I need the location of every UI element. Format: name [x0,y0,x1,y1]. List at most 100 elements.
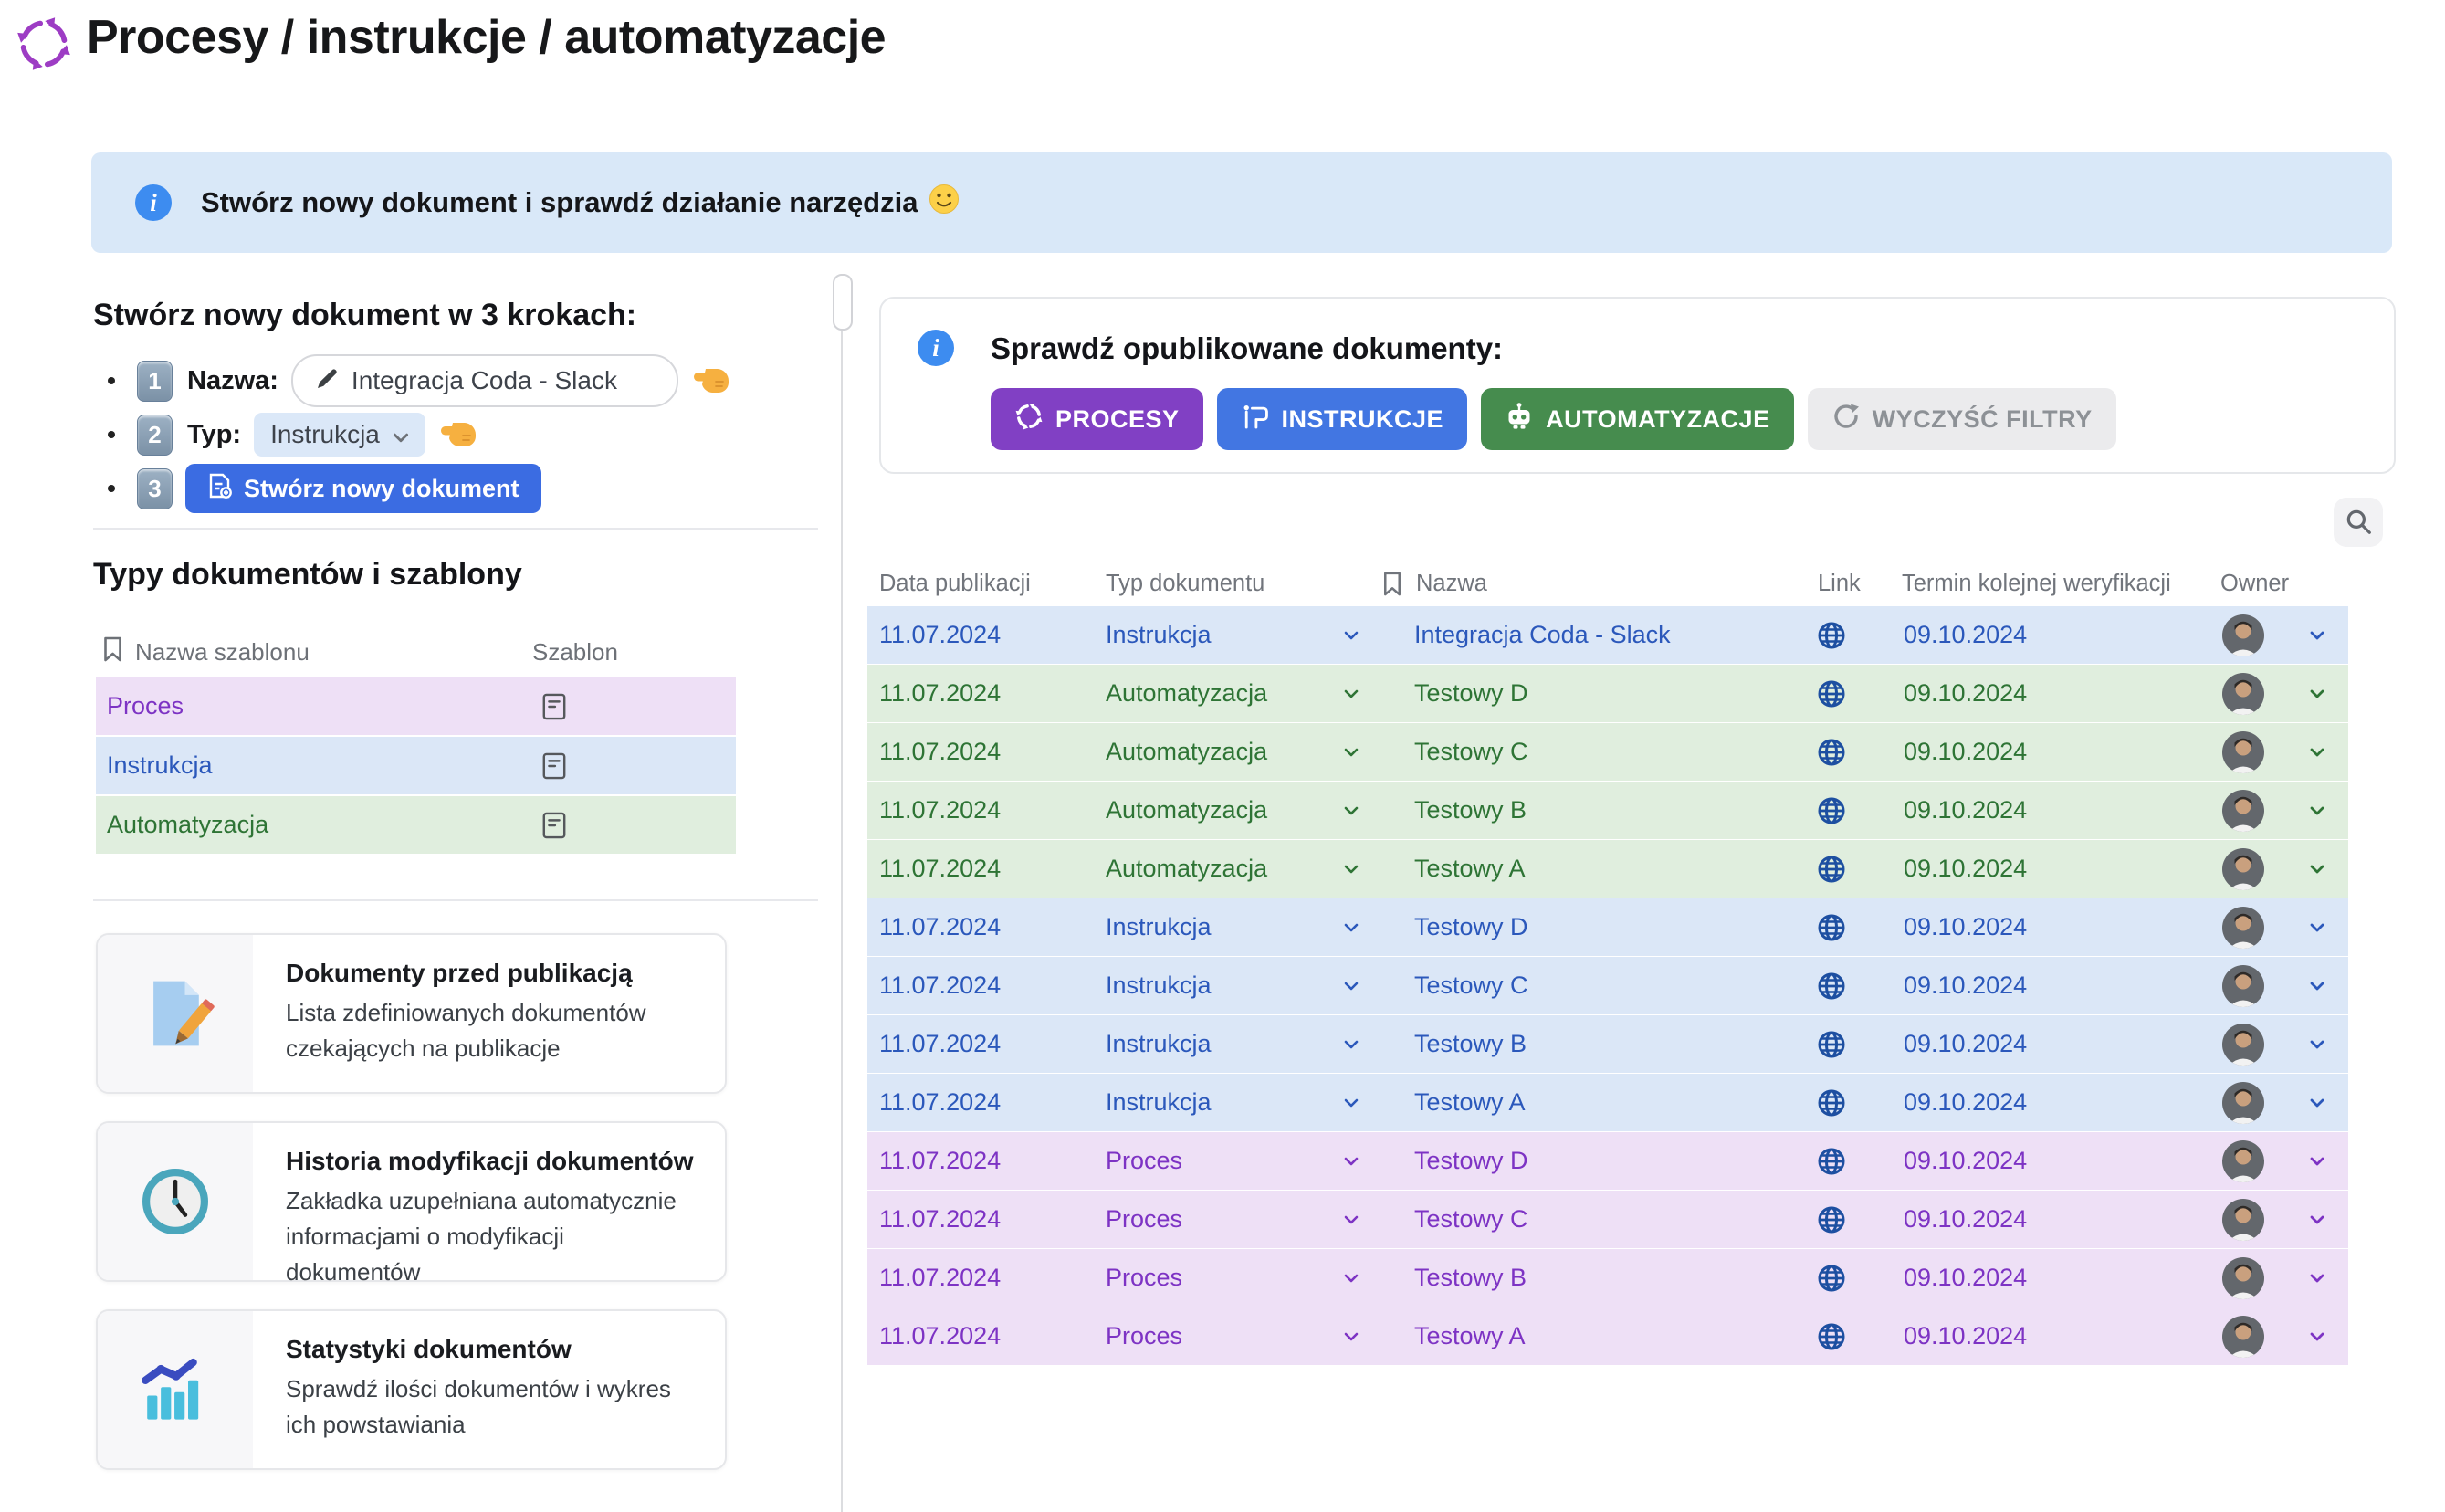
document-name-field[interactable] [291,354,678,407]
row-expand-chevron-icon[interactable] [2310,840,2324,898]
globe-link-icon[interactable] [1817,1249,1846,1307]
globe-link-icon[interactable] [1817,1015,1846,1073]
keycap-1-icon: 1 [137,361,173,402]
filter-instrukcje-button[interactable]: INSTRUKCJE [1217,388,1468,450]
row-expand-chevron-icon[interactable] [2310,1249,2324,1307]
owner-avatar[interactable] [2222,1249,2264,1307]
document-type-select[interactable]: Instrukcja [254,413,425,457]
table-row[interactable]: 11.07.2024 Instrukcja Testowy D 09.10.20… [867,898,2348,956]
bullet [108,431,115,438]
type-dropdown-chevron-icon[interactable] [1344,1249,1359,1307]
globe-link-icon[interactable] [1817,665,1846,722]
owner-avatar[interactable] [2222,1132,2264,1190]
cell-document-name: Testowy B [1414,1249,1527,1307]
globe-link-icon[interactable] [1817,898,1846,956]
owner-avatar[interactable] [2222,723,2264,781]
globe-link-icon[interactable] [1817,840,1846,898]
table-search-button[interactable] [2334,498,2383,547]
create-document-button[interactable]: Stwórz nowy dokument [185,464,541,513]
type-dropdown-chevron-icon[interactable] [1344,1132,1359,1190]
type-dropdown-chevron-icon[interactable] [1344,782,1359,839]
owner-avatar[interactable] [2222,1074,2264,1131]
filter-procesy-button[interactable]: PROCESY [991,388,1203,450]
template-doc-icon[interactable] [541,751,567,787]
owner-avatar[interactable] [2222,782,2264,839]
info-icon: i [918,330,954,366]
row-expand-chevron-icon[interactable] [2310,957,2324,1014]
table-row[interactable]: 11.07.2024 Automatyzacja Testowy C 09.10… [867,723,2348,781]
type-dropdown-chevron-icon[interactable] [1344,1191,1359,1248]
type-dropdown-chevron-icon[interactable] [1344,1074,1359,1131]
template-name[interactable]: Proces [107,692,184,720]
owner-avatar[interactable] [2222,1307,2264,1365]
type-dropdown-chevron-icon[interactable] [1344,665,1359,722]
globe-link-icon[interactable] [1817,1191,1846,1248]
cell-document-type: Automatyzacja [1106,782,1267,839]
card-documents-before-publication[interactable]: Dokumenty przed publikacją Lista zdefini… [96,933,727,1094]
template-row-proces[interactable]: Proces [96,677,736,735]
row-expand-chevron-icon[interactable] [2310,723,2324,781]
template-row-automatyzacja[interactable]: Automatyzacja [96,796,736,854]
template-row-instrukcja[interactable]: Instrukcja [96,737,736,794]
template-name[interactable]: Instrukcja [107,751,213,780]
table-row[interactable]: 11.07.2024 Automatyzacja Testowy B 09.10… [867,782,2348,839]
table-row[interactable]: 11.07.2024 Proces Testowy C 09.10.2024 [867,1191,2348,1248]
globe-link-icon[interactable] [1817,606,1846,664]
card-modification-history[interactable]: Historia modyfikacji dokumentów Zakładka… [96,1121,727,1282]
globe-link-icon[interactable] [1817,1132,1846,1190]
bookmark-icon [101,635,124,669]
row-expand-chevron-icon[interactable] [2310,606,2324,664]
owner-avatar[interactable] [2222,665,2264,722]
row-expand-chevron-icon[interactable] [2310,665,2324,722]
type-dropdown-chevron-icon[interactable] [1344,898,1359,956]
filter-automatyzacje-button[interactable]: AUTOMATYZACJE [1481,388,1794,450]
table-row[interactable]: 11.07.2024 Instrukcja Testowy A 09.10.20… [867,1074,2348,1131]
type-dropdown-chevron-icon[interactable] [1344,723,1359,781]
row-expand-chevron-icon[interactable] [2310,898,2324,956]
table-row[interactable]: 11.07.2024 Proces Testowy A 09.10.2024 [867,1307,2348,1365]
cell-document-type: Instrukcja [1106,606,1212,664]
owner-avatar[interactable] [2222,898,2264,956]
pointing-left-hand-emoji [440,418,477,452]
template-name[interactable]: Automatyzacja [107,811,268,839]
owner-avatar[interactable] [2222,606,2264,664]
globe-link-icon[interactable] [1817,957,1846,1014]
type-dropdown-chevron-icon[interactable] [1344,957,1359,1014]
table-row[interactable]: 11.07.2024 Automatyzacja Testowy A 09.10… [867,840,2348,898]
cell-publication-date: 11.07.2024 [879,782,1001,839]
type-dropdown-chevron-icon[interactable] [1344,606,1359,664]
row-expand-chevron-icon[interactable] [2310,1191,2324,1248]
owner-avatar[interactable] [2222,840,2264,898]
templates-table: Nazwa szablonu Szablon Proces Instrukcja… [96,628,736,854]
globe-link-icon[interactable] [1817,1307,1846,1365]
template-doc-icon[interactable] [541,692,567,728]
table-row[interactable]: 11.07.2024 Instrukcja Integracja Coda - … [867,606,2348,664]
row-expand-chevron-icon[interactable] [2310,1307,2324,1365]
globe-link-icon[interactable] [1817,723,1846,781]
owner-avatar[interactable] [2222,1191,2264,1248]
row-expand-chevron-icon[interactable] [2310,1074,2324,1131]
owner-avatar[interactable] [2222,957,2264,1014]
row-expand-chevron-icon[interactable] [2310,782,2324,839]
type-dropdown-chevron-icon[interactable] [1344,840,1359,898]
table-row[interactable]: 11.07.2024 Instrukcja Testowy B 09.10.20… [867,1015,2348,1073]
step-2-label: Typ: [187,420,241,450]
template-doc-icon[interactable] [541,811,567,846]
table-row[interactable]: 11.07.2024 Automatyzacja Testowy D 09.10… [867,665,2348,722]
cell-next-verification-date: 09.10.2024 [1904,1132,2027,1190]
column-divider-handle[interactable] [833,274,853,331]
row-expand-chevron-icon[interactable] [2310,1132,2324,1190]
document-name-input[interactable] [350,365,655,396]
clear-filters-button[interactable]: WYCZYŚĆ FILTRY [1808,388,2116,450]
globe-link-icon[interactable] [1817,1074,1846,1131]
card-document-statistics[interactable]: Statystyki dokumentów Sprawdź ilości dok… [96,1309,727,1470]
type-dropdown-chevron-icon[interactable] [1344,1015,1359,1073]
table-row[interactable]: 11.07.2024 Instrukcja Testowy C 09.10.20… [867,957,2348,1014]
table-row[interactable]: 11.07.2024 Proces Testowy B 09.10.2024 [867,1249,2348,1307]
type-dropdown-chevron-icon[interactable] [1344,1307,1359,1365]
row-expand-chevron-icon[interactable] [2310,1015,2324,1073]
table-row[interactable]: 11.07.2024 Proces Testowy D 09.10.2024 [867,1132,2348,1190]
globe-link-icon[interactable] [1817,782,1846,839]
owner-avatar[interactable] [2222,1015,2264,1073]
documents-table-body: 11.07.2024 Instrukcja Integracja Coda - … [867,606,2348,1366]
